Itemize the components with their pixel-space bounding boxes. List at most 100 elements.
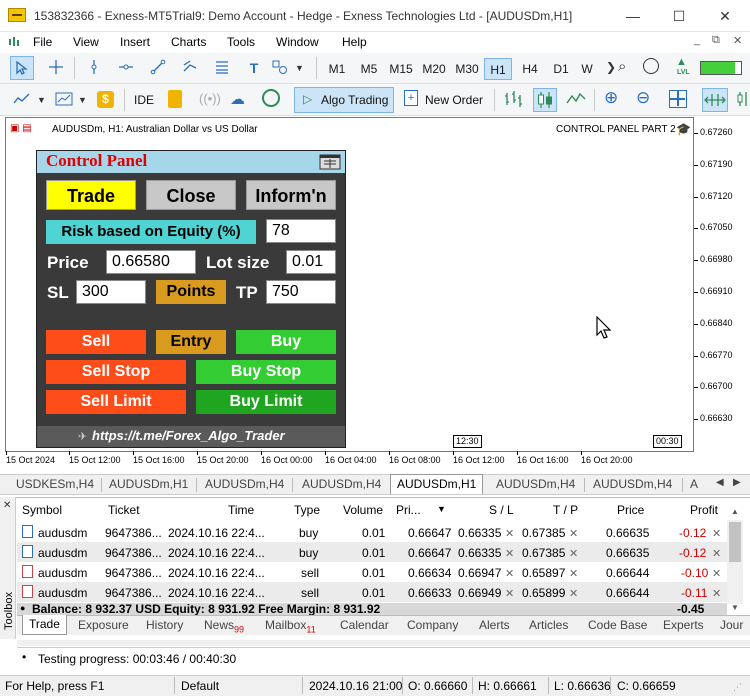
scroll-up-icon[interactable]: ▲	[731, 507, 739, 516]
vps-globe-icon[interactable]	[262, 89, 280, 107]
tf-w1[interactable]: W	[579, 58, 595, 80]
col-symbol[interactable]: Symbol	[22, 503, 62, 517]
col-type[interactable]: Type	[294, 503, 320, 517]
scroll-down-icon[interactable]: ▼	[731, 603, 739, 612]
tf-m20[interactable]: M20	[418, 58, 450, 80]
lot-size-input[interactable]	[286, 250, 336, 274]
tabs-scroll-right-icon[interactable]: ▶	[733, 477, 741, 488]
channel-icon[interactable]	[178, 56, 202, 80]
chart-tab[interactable]: AUDUSDm,H4	[302, 476, 381, 493]
col-open-price[interactable]: Pri...	[396, 503, 421, 517]
tab-company[interactable]: Company	[407, 618, 458, 632]
indicators-icon[interactable]	[10, 88, 34, 112]
chart-tab[interactable]: A	[690, 476, 698, 493]
close-position-icon[interactable]: ✕	[712, 587, 721, 600]
telegram-link[interactable]: https://t.me/Forex_Algo_Trader	[92, 428, 285, 443]
tabs-scroll-left-icon[interactable]: ◀	[716, 477, 724, 488]
risk-input[interactable]	[266, 219, 336, 243]
tf-d1[interactable]: D1	[547, 58, 575, 80]
tab-news[interactable]: News99	[204, 618, 244, 634]
new-order-icon[interactable]: +	[404, 90, 418, 106]
fibonacci-icon[interactable]	[210, 56, 234, 80]
price-input[interactable]	[106, 250, 196, 274]
trade-tab-button[interactable]: Trade	[46, 180, 136, 210]
menu-window[interactable]: Window	[276, 35, 319, 49]
menu-view[interactable]: View	[73, 35, 99, 49]
chart-type-icon[interactable]	[52, 88, 76, 112]
mdi-close-button[interactable]: ✕	[733, 34, 742, 47]
col-profit[interactable]: Profit	[690, 503, 718, 517]
chart-window-controls-icon[interactable]: ▣ ▤	[10, 123, 32, 134]
maximize-button[interactable]: ☐	[656, 0, 702, 32]
panel-window-icon[interactable]	[318, 153, 342, 171]
tab-trade[interactable]: Trade	[22, 615, 67, 635]
toolbox-close-icon[interactable]: ✕	[3, 500, 11, 511]
chart-tab[interactable]: USDKESm,H4	[16, 476, 94, 493]
col-ticket[interactable]: Ticket	[108, 503, 140, 517]
col-sl[interactable]: S / L	[489, 503, 514, 517]
tf-m15[interactable]: M15	[385, 58, 417, 80]
col-tp[interactable]: T / P	[553, 503, 578, 517]
zoom-out-icon[interactable]: ⊖	[636, 88, 650, 108]
col-time[interactable]: Time	[228, 503, 254, 517]
sl-input[interactable]	[76, 280, 146, 304]
tab-mailbox[interactable]: Mailbox11	[265, 618, 316, 634]
close-position-icon[interactable]: ✕	[712, 567, 721, 580]
mdi-restore-button[interactable]: ⧉	[712, 34, 720, 47]
buy-limit-button[interactable]: Buy Limit	[196, 390, 336, 414]
remove-sl-icon[interactable]: ✕	[505, 527, 514, 540]
account-icon[interactable]	[643, 58, 659, 74]
remove-tp-icon[interactable]: ✕	[569, 547, 578, 560]
close-position-icon[interactable]: ✕	[712, 527, 721, 540]
menu-charts[interactable]: Charts	[171, 35, 206, 49]
tile-windows-icon[interactable]	[669, 90, 687, 108]
remove-sl-icon[interactable]: ✕	[505, 587, 514, 600]
dollar-icon[interactable]: $	[97, 91, 114, 108]
candlestick-icon[interactable]	[533, 88, 557, 112]
shapes-dropdown-icon[interactable]: ▼	[295, 63, 304, 73]
points-button[interactable]: Points	[156, 280, 226, 304]
zoom-in-icon[interactable]: ⊕	[604, 88, 618, 108]
remove-tp-icon[interactable]: ✕	[569, 587, 578, 600]
tab-exposure[interactable]: Exposure	[78, 618, 129, 632]
crosshair-icon[interactable]	[44, 56, 68, 80]
col-volume[interactable]: Volume	[343, 503, 383, 517]
close-window-button[interactable]: ✕	[702, 0, 748, 32]
mdi-minimize-button[interactable]: _	[694, 34, 700, 46]
sell-button[interactable]: Sell	[46, 330, 146, 354]
ide-button[interactable]: IDE	[134, 93, 154, 107]
tab-code-base[interactable]: Code Base	[588, 618, 647, 632]
cloud-icon[interactable]: ☁	[230, 90, 245, 108]
bar-chart-icon[interactable]	[503, 90, 523, 111]
cursor-icon[interactable]	[10, 56, 34, 80]
line-chart-icon[interactable]	[566, 90, 586, 111]
tab-calendar[interactable]: Calendar	[340, 618, 389, 632]
shapes-icon[interactable]	[268, 56, 292, 80]
chart-tab-active[interactable]: AUDUSDm,H1	[390, 474, 484, 494]
positions-scrollbar-thumb[interactable]	[729, 522, 741, 562]
autoscroll-icon[interactable]	[736, 89, 750, 112]
tab-history[interactable]: History	[146, 618, 183, 632]
tab-alerts[interactable]: Alerts	[479, 618, 510, 632]
close-tab-button[interactable]: Close	[146, 180, 236, 210]
sell-limit-button[interactable]: Sell Limit	[46, 390, 186, 414]
tp-input[interactable]	[266, 280, 336, 304]
tab-articles[interactable]: Articles	[529, 618, 568, 632]
chart-tab[interactable]: AUDUSDm,H1	[109, 476, 188, 493]
sell-stop-button[interactable]: Sell Stop	[46, 360, 186, 384]
panel-splitter[interactable]	[17, 640, 750, 646]
remove-sl-icon[interactable]: ✕	[505, 547, 514, 560]
new-order-button[interactable]: New Order	[425, 93, 483, 107]
horizontal-line-icon[interactable]	[114, 56, 138, 80]
search-icon[interactable]: ⌕	[618, 58, 626, 75]
col-price[interactable]: Price	[617, 503, 644, 517]
tf-m30[interactable]: M30	[451, 58, 483, 80]
tab-experts[interactable]: Experts	[663, 618, 704, 632]
tab-journal[interactable]: Jour	[720, 618, 743, 632]
resize-grip-icon[interactable]: ⋰	[733, 682, 742, 693]
tf-h4[interactable]: H4	[515, 58, 545, 80]
close-position-icon[interactable]: ✕	[712, 547, 721, 560]
tf-m1[interactable]: M1	[322, 58, 352, 80]
chart-tab[interactable]: AUDUSDm,H4	[496, 476, 575, 493]
menu-file[interactable]: File	[33, 35, 52, 49]
